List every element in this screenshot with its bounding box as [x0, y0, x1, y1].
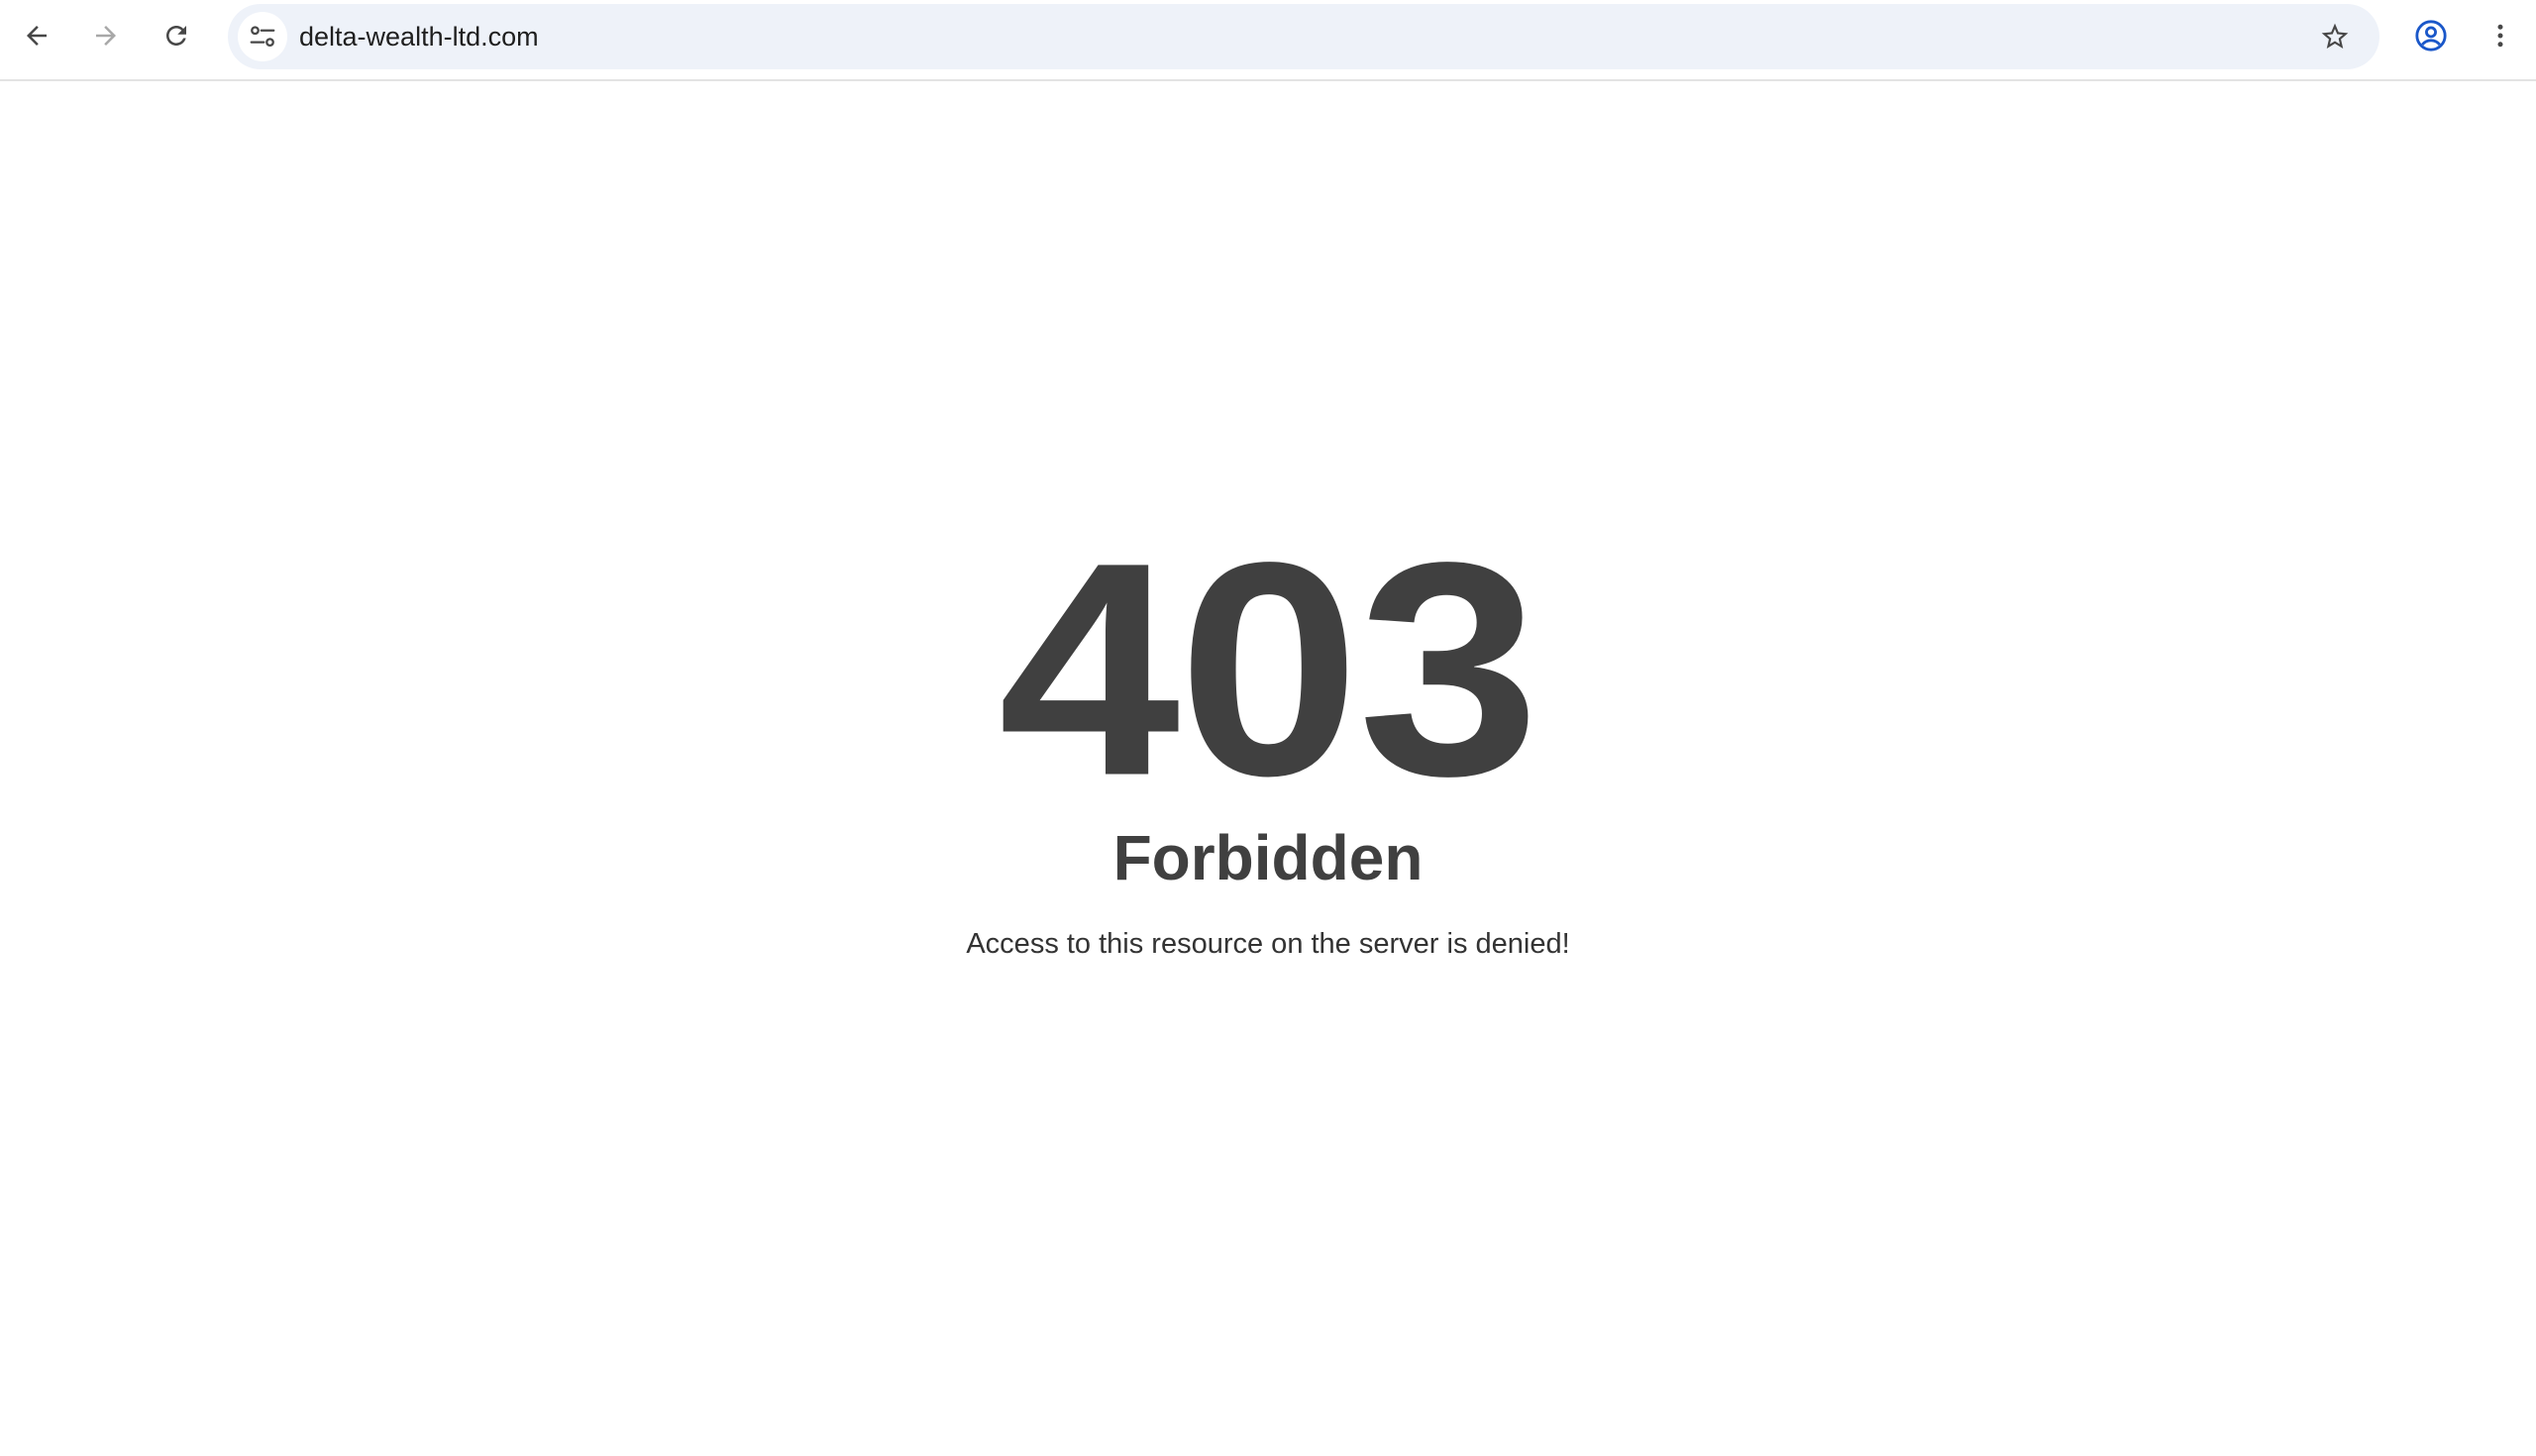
site-info-button[interactable] — [238, 12, 287, 61]
browser-toolbar: delta-wealth-ltd.com — [0, 0, 2536, 81]
back-button[interactable] — [9, 8, 64, 63]
account-circle-icon — [2415, 20, 2447, 52]
url-text[interactable]: delta-wealth-ltd.com — [299, 4, 539, 69]
tune-icon — [250, 26, 275, 47]
page-content: 403 Forbidden Access to this resource on… — [0, 81, 2536, 1456]
reload-button[interactable] — [149, 8, 204, 63]
error-message: Access to this resource on the server is… — [966, 928, 1570, 960]
address-bar[interactable]: delta-wealth-ltd.com — [228, 4, 2379, 69]
bookmark-button[interactable] — [2310, 12, 2360, 61]
reload-icon — [166, 26, 186, 46]
profile-button[interactable] — [2403, 8, 2459, 63]
error-code: 403 — [998, 498, 1540, 839]
arrow-left-icon — [27, 26, 47, 46]
arrow-right-icon — [96, 26, 116, 46]
star-icon — [2321, 23, 2349, 49]
error-title: Forbidden — [1112, 822, 1424, 893]
forward-button[interactable] — [78, 8, 134, 63]
browser-menu-button[interactable] — [2473, 8, 2528, 63]
more-vertical-icon — [2497, 24, 2503, 48]
